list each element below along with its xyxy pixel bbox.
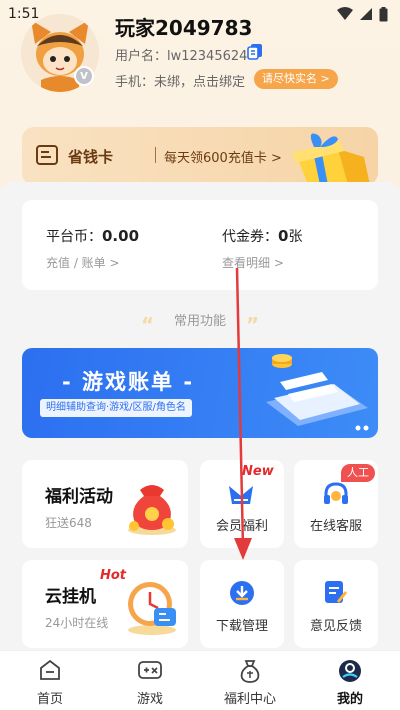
card-icon [36, 145, 58, 165]
signal-icon [360, 8, 372, 20]
download-manager-label: 下载管理 [215, 619, 268, 634]
nav-mine[interactable]: 我的 [300, 651, 400, 710]
verify-name-button[interactable]: 请尽快实名 > [254, 69, 338, 89]
voucher-value: 0 [278, 227, 289, 245]
nav-games-label: 游戏 [136, 692, 163, 707]
download-icon [230, 581, 254, 605]
online-service-label: 在线客服 [309, 519, 362, 534]
section-title: 常用功能 [173, 314, 226, 329]
copy-icon[interactable] [247, 43, 263, 60]
status-time: 1:51 [8, 6, 40, 22]
clock-24-icon [128, 582, 176, 635]
vip-welfare-tile[interactable]: New 会员福利 [200, 460, 284, 548]
money-card-title: 省钱卡 [68, 148, 114, 166]
money-bag-icon [240, 660, 260, 683]
banner-title: - 游戏账单 - [62, 370, 195, 394]
voucher-label: 代金券： [222, 229, 278, 245]
nickname: 玩家2049783 [115, 16, 253, 40]
gamepad-icon [138, 661, 162, 679]
vip-level-badge: V [74, 66, 94, 86]
voucher[interactable]: 代金券：0张 [222, 226, 302, 246]
welfare-activity-tile[interactable]: 福利活动 狂送648 [22, 460, 188, 548]
gift-box-icon [292, 133, 370, 185]
welfare-title: 福利活动 [45, 487, 113, 507]
banner-subtitle: 明细辅助查询·游戏/区服/角色名 [40, 399, 192, 417]
wallet-panel: 平台币：0.00 充值 / 账单 > 代金券：0张 查看明细 > [22, 200, 378, 290]
platform-coin-value: 0.00 [102, 227, 140, 245]
nav-home-label: 首页 [36, 692, 63, 707]
feedback-label: 意见反馈 [309, 619, 362, 634]
game-bill-banner[interactable]: - 游戏账单 - 明细辅助查询·游戏/区服/角色名 [22, 348, 378, 438]
nav-welfare-center[interactable]: 福利中心 [200, 651, 300, 710]
feedback-tile[interactable]: 意见反馈 [294, 560, 378, 648]
divider [155, 147, 156, 163]
recharge-bill-link[interactable]: 充值 / 账单 > [46, 254, 120, 271]
bottom-navigation: 首页 游戏 福利中心 我的 [0, 650, 400, 710]
new-tag: New [242, 464, 274, 479]
voucher-detail-link[interactable]: 查看明细 > [222, 254, 284, 271]
money-card-subtitle: 每天领600充值卡 > [164, 151, 282, 166]
human-service-tag: 人工 [341, 464, 375, 482]
phone-bind-link[interactable]: 手机：未绑，点击绑定 [115, 71, 245, 90]
home-icon [40, 659, 60, 680]
user-icon [339, 660, 361, 682]
download-manager-tile[interactable]: 下载管理 [200, 560, 284, 648]
quote-mark-right: ” [246, 313, 260, 337]
phone-illustration-icon [266, 354, 369, 431]
platform-coin[interactable]: 平台币：0.00 [46, 226, 139, 246]
cloud-hangup-tile[interactable]: 云挂机 Hot 24小时在线 [22, 560, 188, 648]
nav-home[interactable]: 首页 [0, 651, 100, 710]
feedback-icon [325, 581, 348, 603]
headset-icon [324, 482, 348, 504]
cloud-subtitle: 24小时在线 [45, 616, 109, 630]
nav-welfare-center-label: 福利中心 [223, 692, 276, 707]
welfare-subtitle: 狂送648 [45, 516, 92, 530]
money-bag-icon [128, 485, 176, 535]
battery-icon [379, 6, 388, 21]
nav-games[interactable]: 游戏 [100, 651, 200, 710]
platform-coin-label: 平台币： [46, 229, 102, 245]
username: 用户名：lw12345624 [115, 49, 248, 64]
cloud-title: 云挂机 [45, 587, 96, 607]
money-saving-card[interactable]: 省钱卡 每天领600充值卡 > [22, 127, 378, 185]
vip-welfare-label: 会员福利 [215, 519, 268, 534]
nav-mine-label: 我的 [336, 692, 363, 707]
wifi-icon [337, 7, 353, 20]
voucher-unit: 张 [288, 229, 303, 245]
vip-crown-icon [229, 486, 253, 504]
